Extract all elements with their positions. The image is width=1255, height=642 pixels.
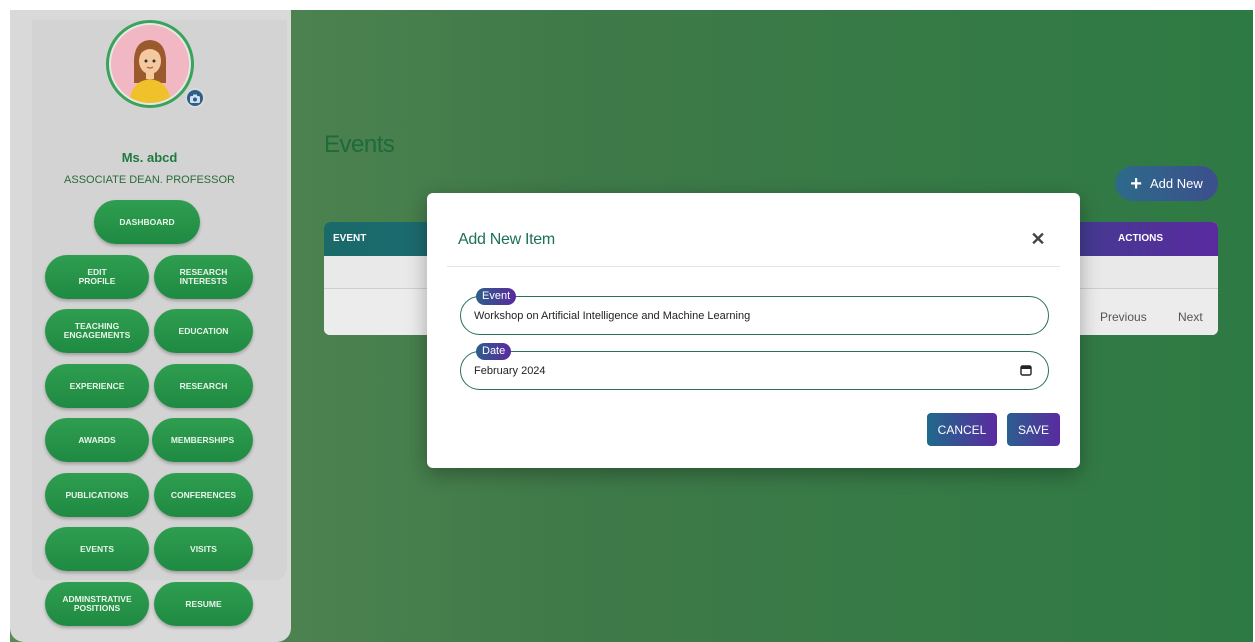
- event-field[interactable]: Workshop on Artificial Intelligence and …: [460, 296, 1049, 335]
- profile-role: ASSOCIATE DEAN. PROFESSOR: [64, 174, 235, 186]
- event-field-label: Event: [476, 288, 517, 305]
- profile-name: Ms. abcd: [121, 150, 178, 165]
- avatar: [106, 20, 194, 108]
- event-input-value: Workshop on Artificial Intelligence and …: [474, 310, 751, 322]
- cancel-button[interactable]: CANCEL: [927, 413, 997, 446]
- calendar-icon[interactable]: [1020, 364, 1032, 376]
- nav-edit-profile[interactable]: EDIT PROFILE: [45, 255, 149, 299]
- nav-awards[interactable]: AWARDS: [45, 418, 149, 462]
- add-item-modal: Add New Item ✕ Workshop on Artificial In…: [427, 193, 1080, 468]
- date-input-value: February 2024: [474, 365, 546, 377]
- nav-research-interests[interactable]: RESEARCH INTERESTS: [154, 255, 253, 299]
- page-title: Events: [324, 131, 395, 158]
- nav-experience[interactable]: EXPERIENCE: [45, 364, 149, 408]
- avatar-image: [111, 25, 189, 103]
- column-header-actions: ACTIONS: [1118, 233, 1163, 244]
- nav-resume[interactable]: RESUME: [154, 582, 253, 626]
- date-field[interactable]: February 2024: [460, 351, 1049, 390]
- close-icon[interactable]: ✕: [1028, 229, 1048, 249]
- nav-memberships[interactable]: MEMBERSHIPS: [152, 418, 253, 462]
- nav-events[interactable]: EVENTS: [45, 527, 149, 571]
- nav-visits[interactable]: VISITS: [154, 527, 253, 571]
- previous-page-button[interactable]: Previous: [1100, 310, 1147, 324]
- add-new-button[interactable]: + Add New: [1115, 166, 1218, 201]
- plus-icon: +: [1130, 172, 1142, 195]
- modal-title: Add New Item: [458, 231, 555, 248]
- column-header-event: EVENT: [333, 233, 367, 244]
- nav-dashboard[interactable]: DASHBOARD: [94, 200, 200, 244]
- add-new-label: Add New: [1149, 176, 1203, 191]
- nav-conferences[interactable]: CONFERENCES: [154, 473, 253, 517]
- modal-divider: [447, 266, 1060, 267]
- nav-research[interactable]: RESEARCH: [154, 364, 253, 408]
- date-field-label: Date: [476, 343, 512, 360]
- camera-icon[interactable]: [185, 88, 205, 108]
- nav-administrative-positions[interactable]: ADMINSTRATIVE POSITIONS: [45, 582, 149, 626]
- nav-education[interactable]: EDUCATION: [154, 309, 253, 353]
- nav-publications[interactable]: PUBLICATIONS: [45, 473, 149, 517]
- app-frame: Ms. abcd ASSOCIATE DEAN. PROFESSOR DASHB…: [0, 0, 1255, 642]
- nav-teaching-engagements[interactable]: TEACHING ENGAGEMENTS: [45, 309, 149, 353]
- save-button[interactable]: SAVE: [1007, 413, 1060, 446]
- next-page-button[interactable]: Next: [1178, 310, 1203, 324]
